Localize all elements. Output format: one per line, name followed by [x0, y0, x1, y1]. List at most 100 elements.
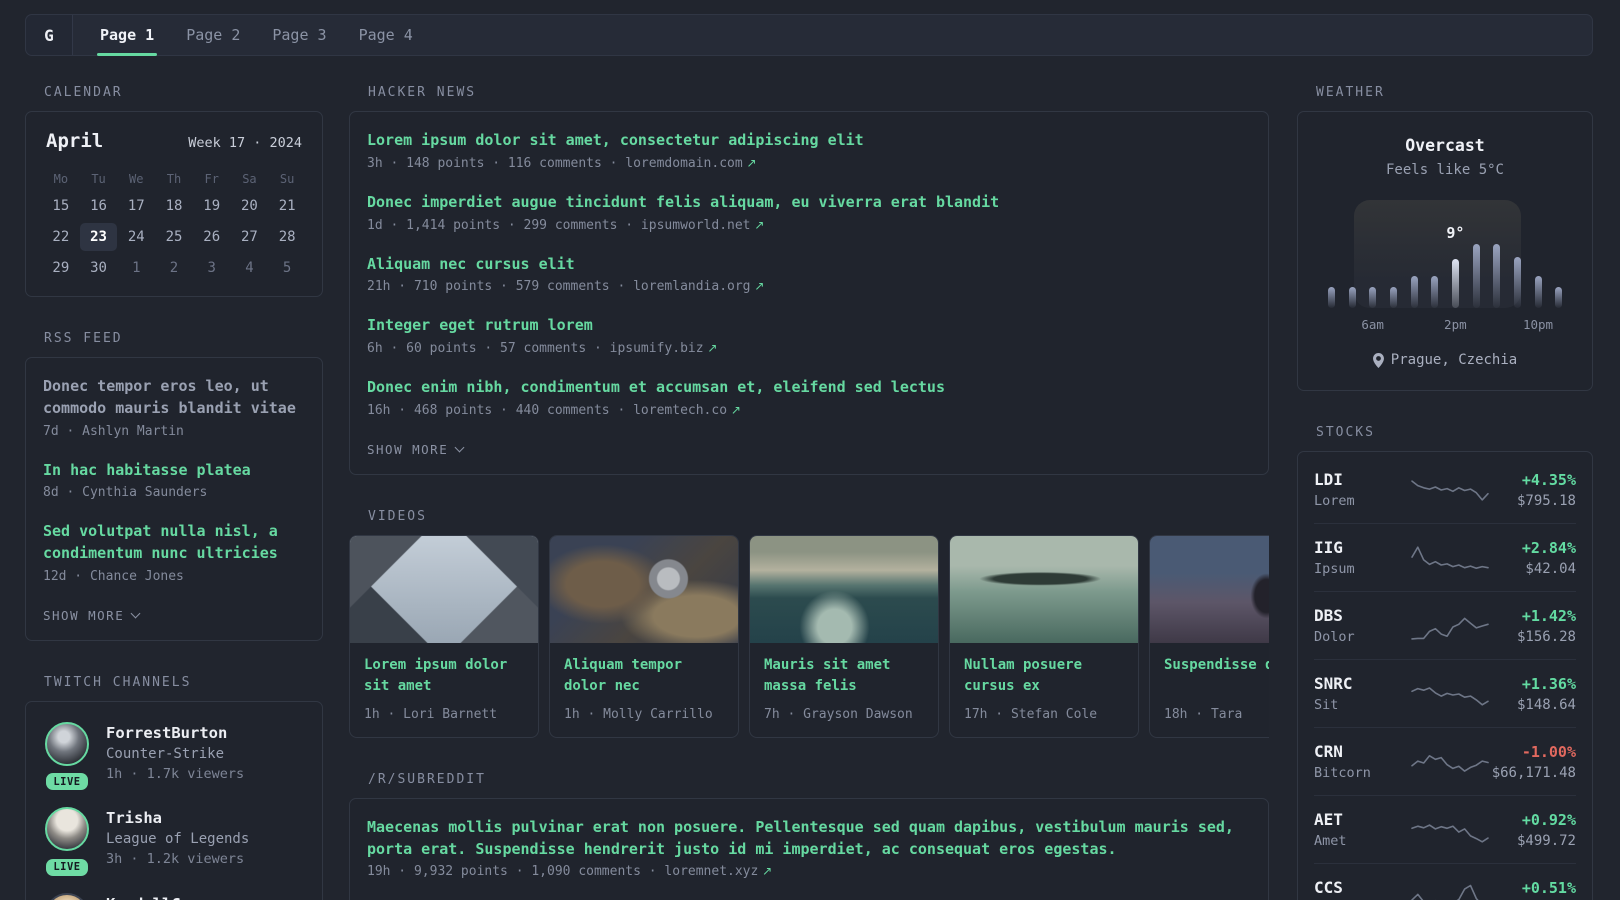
hackernews-item-title[interactable]: Aliquam nec cursus elit: [367, 254, 1251, 276]
external-link-icon[interactable]: ↗: [704, 341, 717, 355]
calendar-widget: CALENDAR April Week 17 · 2024 Mo Tu We Th Fr…: [25, 85, 323, 297]
twitch-channel-row[interactable]: KendallCarr: [43, 892, 305, 900]
video-card[interactable]: Lorem ipsum dolor sit amet consectetu… 1h…: [349, 534, 539, 738]
stock-name: Sit: [1314, 697, 1339, 713]
hackernews-item-meta: 3h · 148 points · 116 comments · loremdo…: [367, 155, 757, 171]
avatar: [45, 721, 89, 766]
chevron-down-icon: [130, 608, 141, 619]
video-card-body: Suspendisse diam 18h · Tara: [1150, 643, 1269, 737]
hackernews-show-more-button[interactable]: SHOW MORE: [367, 442, 465, 457]
stock-row[interactable]: IIG Ipsum +2.84% $42.04: [1314, 523, 1576, 591]
video-card[interactable]: Nullam posuere cursus ex 17h · Stefan Col…: [949, 534, 1139, 738]
video-card[interactable]: Mauris sit amet massa felis 7h · Grayson …: [749, 534, 939, 738]
video-title[interactable]: Lorem ipsum dolor sit amet consectetu…: [364, 655, 524, 698]
weather-bar: [1534, 276, 1542, 308]
video-card[interactable]: Aliquam tempor dolor nec pharetra… 1h · M…: [549, 534, 739, 738]
twitch-channel-info: ForrestBurton Counter-Strike 1h · 1.7k vie…: [106, 722, 244, 791]
weather-time-label: 2pm: [1444, 317, 1467, 332]
twitch-card: LIVE ForrestBurton Counter-Strike 1h · 1.7k…: [25, 700, 323, 900]
twitch-channel-name[interactable]: KendallCarr: [106, 895, 209, 900]
weather-current-temp: 9°: [1446, 224, 1465, 242]
external-link-icon[interactable]: ↗: [751, 279, 764, 293]
twitch-channel-name[interactable]: Trisha: [106, 809, 249, 827]
stock-sparkline: [1411, 545, 1489, 569]
hackernews-item: Integer eget rutrum lorem 6h · 60 points …: [367, 315, 1251, 356]
rss-item: Sed volutpat nulla nisl, a condimentum n…: [43, 521, 305, 584]
calendar-day: 22: [52, 229, 70, 245]
tab-page-4[interactable]: Page 4: [356, 15, 416, 55]
external-link-icon[interactable]: ↗: [743, 156, 757, 170]
weather-bar-cell: [1362, 244, 1383, 308]
video-title[interactable]: Suspendisse diam: [1164, 655, 1269, 698]
weather-bar: [1348, 286, 1356, 308]
video-thumbnail-hands-holding-camera: [550, 535, 738, 643]
video-card[interactable]: Suspendisse diam 18h · Tara: [1149, 534, 1269, 738]
weather-bar: [1410, 276, 1418, 308]
stock-row[interactable]: CRN Bitcorn -1.00% $66,171.48: [1314, 727, 1576, 795]
stock-identity: CCSConsectetur: [1314, 878, 1410, 900]
rss-item-meta: 7d · Ashlyn Martin: [43, 423, 184, 439]
videos-row: Lorem ipsum dolor sit amet consectetu… 1h…: [349, 534, 1269, 738]
stock-symbol: IIG: [1314, 538, 1343, 557]
top-nav: G Page 1 Page 2 Page 3 Page 4: [25, 14, 1593, 56]
subreddit-widget: /R/SUBREDDIT Maecenas mollis pulvinar er…: [349, 772, 1269, 900]
calendar-day: 28: [278, 229, 296, 245]
live-badge: LIVE: [46, 858, 88, 876]
rss-card: Donec tempor eros leo, ut commodo mauris…: [25, 357, 323, 641]
subreddit-item-title[interactable]: Maecenas mollis pulvinar erat non posuer…: [367, 817, 1251, 861]
stock-row[interactable]: SNRC Sit +1.36% $148.64: [1314, 659, 1576, 727]
video-meta: 1h · Lori Barnett: [364, 706, 498, 722]
weather-condition: Overcast: [1405, 136, 1485, 155]
twitch-channel-row[interactable]: LIVE Trisha League of Legends 3h · 1.2k vie…: [43, 807, 305, 876]
calendar-weekday: Fr: [204, 172, 219, 186]
hackernews-item-title[interactable]: Donec imperdiet augue tincidunt felis al…: [367, 192, 1251, 214]
twitch-channel-info: Trisha League of Legends 3h · 1.2k viewers: [106, 807, 249, 876]
twitch-channel-row[interactable]: LIVE ForrestBurton Counter-Strike 1h · 1.7k…: [43, 721, 305, 791]
external-link-icon[interactable]: ↗: [727, 403, 741, 417]
tab-page-2[interactable]: Page 2: [183, 15, 243, 55]
stock-identity: SNRC Sit: [1314, 674, 1410, 713]
calendar-day: 16: [90, 198, 107, 214]
tab-page-1[interactable]: Page 1: [97, 15, 158, 56]
external-link-icon[interactable]: ↗: [751, 218, 764, 232]
rss-item-title[interactable]: Sed volutpat nulla nisl, a condimentum n…: [43, 521, 305, 565]
video-title[interactable]: Mauris sit amet massa felis: [764, 655, 924, 698]
hackernews-item: Aliquam nec cursus elit 21h · 710 points …: [367, 254, 1251, 295]
calendar-weekday: Mo: [53, 172, 69, 186]
weather-bar: [1327, 286, 1335, 308]
video-thumbnail-canoe-misty-lake: [950, 535, 1138, 643]
hackernews-item-title[interactable]: Integer eget rutrum lorem: [367, 315, 1251, 337]
subreddit-item-meta: 19h · 9,932 points · 1,090 comments · lo…: [367, 864, 773, 880]
external-link-icon[interactable]: ↗: [758, 864, 772, 878]
right-column: WEATHER Overcast Feels like 5°C 9° 6am 2p…: [1297, 85, 1593, 900]
video-thumbnail-person-misty-field: [1150, 535, 1269, 643]
video-title[interactable]: Nullam posuere cursus ex: [964, 655, 1124, 698]
stock-row[interactable]: AET Amet +0.92% $499.72: [1314, 795, 1576, 863]
tab-page-3[interactable]: Page 3: [269, 15, 329, 55]
rss-show-more-button[interactable]: SHOW MORE: [43, 608, 141, 623]
stock-sparkline: [1411, 884, 1480, 900]
twitch-channel-name[interactable]: ForrestBurton: [106, 724, 244, 742]
hackernews-item-title[interactable]: Lorem ipsum dolor sit amet, consectetur …: [367, 130, 1251, 152]
stock-symbol: LDI: [1314, 470, 1343, 489]
stock-sparkline: [1411, 823, 1489, 843]
logo[interactable]: G: [26, 15, 73, 55]
stock-values: -1.00% $66,171.48: [1492, 743, 1576, 781]
stock-row[interactable]: CCSConsectetur +0.51%$165.84: [1314, 863, 1576, 900]
rss-item-title[interactable]: In hac habitasse platea: [43, 460, 305, 482]
calendar-day: 29: [52, 260, 70, 276]
weather-widget: WEATHER Overcast Feels like 5°C 9° 6am 2p…: [1297, 85, 1593, 391]
weather-bars: [1321, 244, 1569, 308]
video-title[interactable]: Aliquam tempor dolor nec pharetra…: [564, 655, 724, 698]
rss-header: RSS FEED: [44, 331, 123, 346]
rss-item-title[interactable]: Donec tempor eros leo, ut commodo mauris…: [43, 376, 305, 420]
stock-identity: LDI Lorem: [1314, 470, 1410, 509]
rss-item: Donec tempor eros leo, ut commodo mauris…: [43, 376, 305, 439]
stock-row[interactable]: LDI Lorem +4.35% $795.18: [1314, 456, 1576, 523]
hackernews-item-title[interactable]: Donec enim nibh, condimentum et accumsan…: [367, 377, 1251, 399]
stock-change: -1.00%: [1521, 742, 1576, 761]
stock-price: $156.28: [1516, 628, 1576, 645]
stock-row[interactable]: DBS Dolor +1.42% $156.28: [1314, 591, 1576, 659]
video-card-body: Nullam posuere cursus ex 17h · Stefan Col…: [950, 643, 1138, 737]
stock-price: $795.18: [1516, 492, 1576, 509]
